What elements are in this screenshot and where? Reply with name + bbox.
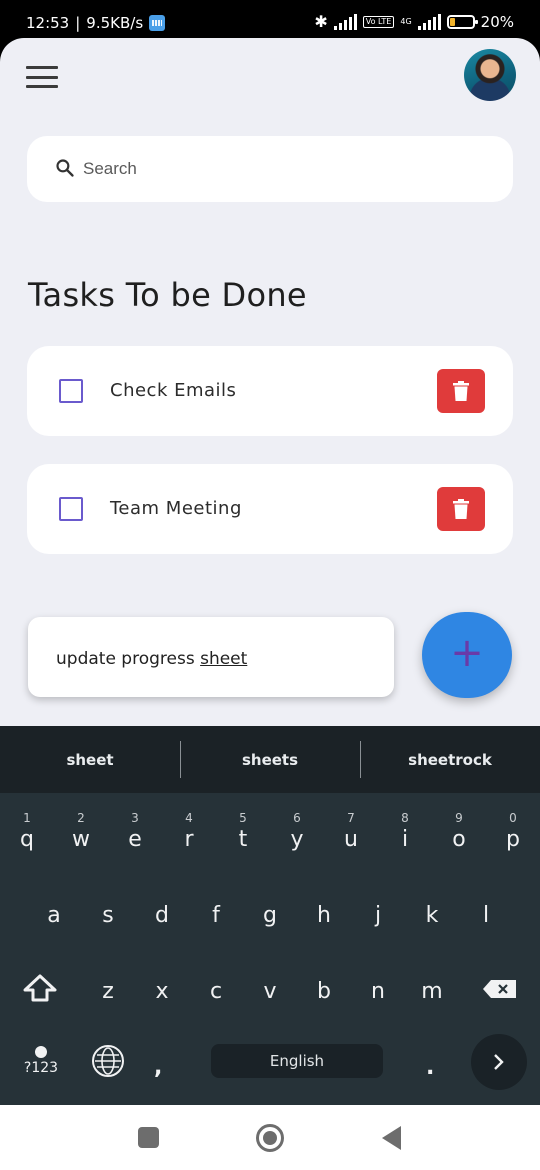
- user-avatar[interactable]: [464, 49, 516, 101]
- recent-apps-icon[interactable]: [138, 1127, 159, 1148]
- page-title: Tasks To be Done: [28, 276, 307, 314]
- task-label: Team Meeting: [110, 498, 242, 519]
- task-checkbox[interactable]: [59, 379, 83, 403]
- key-k[interactable]: k: [405, 903, 459, 928]
- task-item[interactable]: Team Meeting: [27, 464, 513, 554]
- app-screen: Tasks To be Done Check Emails Team Meeti…: [0, 38, 540, 728]
- search-icon: [56, 159, 74, 177]
- status-bar: 12:53 | 9.5KB/s ✱ Vo LTE 4G 20%: [0, 0, 540, 40]
- battery-percent: 20%: [480, 12, 514, 31]
- back-icon[interactable]: [382, 1126, 401, 1150]
- search-input[interactable]: [83, 136, 483, 202]
- key-h[interactable]: h: [297, 903, 351, 928]
- key-b[interactable]: b: [297, 979, 351, 1004]
- key-l[interactable]: l: [459, 903, 513, 928]
- chevron-right-icon: [494, 1054, 504, 1070]
- keyboard-notification-icon: [149, 15, 166, 31]
- status-time: 12:53: [26, 14, 70, 32]
- network-type: 4G: [400, 16, 412, 26]
- key-e[interactable]: 3e: [108, 811, 162, 852]
- task-item[interactable]: Check Emails: [27, 346, 513, 436]
- soft-keyboard: 1q 2w 3e 4r 5t 6y 7u 8i 9o 0p a s d f g …: [0, 793, 540, 1105]
- network-speed: 9.5KB/s: [86, 14, 144, 32]
- task-checkbox[interactable]: [59, 497, 83, 521]
- key-o[interactable]: 9o: [432, 811, 486, 852]
- key-i[interactable]: 8i: [378, 811, 432, 852]
- suggestion-item[interactable]: sheetrock: [360, 726, 540, 793]
- battery-icon: [446, 14, 478, 29]
- key-d[interactable]: d: [135, 903, 189, 928]
- key-y[interactable]: 6y: [270, 811, 324, 852]
- key-v[interactable]: v: [243, 979, 297, 1004]
- globe-icon[interactable]: [92, 1045, 124, 1077]
- trash-icon: [453, 499, 469, 519]
- delete-task-button[interactable]: [437, 369, 485, 413]
- key-x[interactable]: x: [135, 979, 189, 1004]
- new-task-input[interactable]: update progress sheet: [28, 617, 394, 697]
- suggestion-item[interactable]: sheet: [0, 726, 180, 793]
- trash-icon: [453, 381, 469, 401]
- composing-word: sheet: [200, 649, 248, 669]
- delete-task-button[interactable]: [437, 487, 485, 531]
- key-n[interactable]: n: [351, 979, 405, 1004]
- task-label: Check Emails: [110, 380, 237, 401]
- signal-icon-2: [417, 13, 441, 30]
- key-m[interactable]: m: [405, 979, 459, 1004]
- emoji-icon: [35, 1046, 47, 1058]
- comma-key[interactable]: ,: [154, 1055, 162, 1080]
- new-task-text: update progress: [56, 649, 201, 669]
- key-t[interactable]: 5t: [216, 811, 270, 852]
- suggestion-item[interactable]: sheets: [180, 726, 360, 793]
- period-key[interactable]: .: [426, 1055, 434, 1080]
- system-nav-bar: [0, 1105, 540, 1170]
- key-q[interactable]: 1q: [0, 811, 54, 852]
- key-a[interactable]: a: [27, 903, 81, 928]
- add-task-button[interactable]: +: [422, 612, 512, 698]
- symbols-key[interactable]: ?123: [20, 1046, 62, 1076]
- key-c[interactable]: c: [189, 979, 243, 1004]
- keyboard-suggestion-bar: sheet sheets sheetrock: [0, 726, 540, 793]
- home-icon[interactable]: [256, 1124, 284, 1152]
- search-bar: [27, 136, 513, 202]
- space-bar[interactable]: English: [211, 1044, 383, 1078]
- key-f[interactable]: f: [189, 903, 243, 928]
- key-w[interactable]: 2w: [54, 811, 108, 852]
- key-p[interactable]: 0p: [486, 811, 540, 852]
- key-z[interactable]: z: [81, 979, 135, 1004]
- key-s[interactable]: s: [81, 903, 135, 928]
- signal-icon: [333, 13, 357, 30]
- key-g[interactable]: g: [243, 903, 297, 928]
- key-j[interactable]: j: [351, 903, 405, 928]
- hamburger-menu-icon[interactable]: [26, 66, 58, 88]
- bluetooth-icon: ✱: [314, 12, 328, 31]
- enter-key[interactable]: [471, 1034, 527, 1090]
- key-u[interactable]: 7u: [324, 811, 378, 852]
- backspace-icon[interactable]: [482, 979, 518, 999]
- key-r[interactable]: 4r: [162, 811, 216, 852]
- volte-badge: Vo LTE: [362, 15, 395, 28]
- shift-key-icon[interactable]: [22, 973, 58, 1003]
- plus-icon: +: [450, 630, 484, 676]
